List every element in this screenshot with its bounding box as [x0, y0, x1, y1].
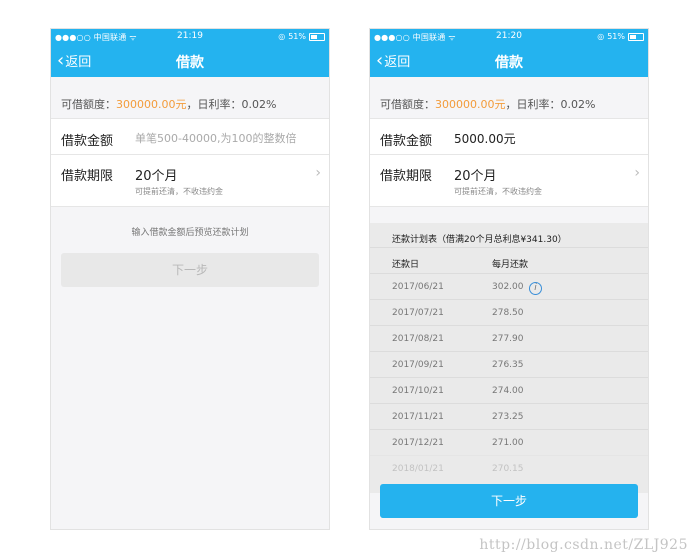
status-bar: ●●●○○ 中国联通 ᯤ 21:20 ◎ 51%: [370, 29, 648, 45]
battery-percent: 51%: [288, 32, 306, 41]
row-amount: 277.90: [492, 334, 524, 344]
row-amount: 274.00: [492, 386, 524, 396]
quota-amount: 300000.00元: [116, 98, 187, 111]
daily-rate: 0.02%: [560, 98, 596, 111]
watermark: http://blog.csdn.net/ZLJ925: [479, 537, 688, 553]
info-icon[interactable]: i: [529, 282, 542, 295]
nav-bar: ‹ 返回 借款: [51, 45, 329, 77]
chevron-right-icon: ›: [315, 165, 321, 181]
row-date: 2017/06/21: [392, 282, 444, 292]
loan-amount-label: 借款金额: [61, 134, 114, 149]
phone-screen-left: ●●●○○ 中国联通 ᯤ 21:19 ◎ 51% ‹ 返回 借款 可借额度：30…: [50, 28, 330, 530]
rate-label: ，日利率：: [505, 98, 561, 111]
repayment-plan-table[interactable]: 还款计划表（借满20个月总利息¥341.30） 还款日 每月还款 2017/06…: [370, 223, 648, 493]
chevron-right-icon: ›: [634, 165, 640, 181]
rate-label: ，日利率：: [186, 98, 242, 111]
col-header-amount: 每月还款: [492, 260, 529, 270]
row-amount: 278.50: [492, 308, 524, 318]
col-header-date: 还款日: [392, 260, 420, 270]
loan-term-note: 可提前还清，不收违约金: [454, 187, 542, 196]
row-date: 2017/09/21: [392, 360, 444, 370]
row-amount: 276.35: [492, 360, 524, 370]
table-row: 2017/11/21 273.25: [370, 403, 648, 430]
plan-title: 还款计划表（借满20个月总利息¥341.30）: [392, 235, 567, 245]
row-date: 2017/10/21: [392, 386, 444, 396]
plan-header-row: 还款日 每月还款: [370, 247, 648, 274]
row-date: 2017/11/21: [392, 412, 444, 422]
status-right: ◎ 51%: [278, 32, 325, 41]
row-date: 2017/12/21: [392, 438, 444, 448]
row-amount: 271.00: [492, 438, 524, 448]
table-row: 2017/10/21 274.00: [370, 377, 648, 404]
loan-amount-input[interactable]: 5000.00元: [454, 130, 516, 147]
status-right: ◎ 51%: [597, 32, 644, 41]
phone-screen-right: ●●●○○ 中国联通 ᯤ 21:20 ◎ 51% ‹ 返回 借款 可借额度：30…: [369, 28, 649, 530]
daily-rate: 0.02%: [241, 98, 277, 111]
loan-amount-input[interactable]: 单笔500-40000,为100的整数倍: [135, 130, 296, 146]
loan-term-row[interactable]: 借款期限 20个月 可提前还清，不收违约金 ›: [51, 155, 329, 207]
credit-quota: 可借额度：300000.00元，日利率：0.02%: [370, 77, 648, 117]
table-row: 2017/06/21 302.00 i: [370, 273, 648, 300]
loan-term-value: 20个月: [454, 169, 497, 184]
row-amount: 302.00: [492, 282, 524, 292]
next-step-button[interactable]: 下一步: [61, 253, 319, 287]
battery-icon: [628, 32, 644, 41]
loan-term-value: 20个月: [135, 169, 178, 184]
page-title: 借款: [495, 55, 523, 71]
table-row: 2017/08/21 277.90: [370, 325, 648, 352]
loan-amount-row[interactable]: 借款金额 5000.00元: [370, 118, 648, 155]
row-amount: 270.15: [492, 464, 524, 474]
quota-amount: 300000.00元: [435, 98, 506, 111]
loan-term-note: 可提前还清，不收违约金: [135, 187, 223, 196]
battery-percent: 51%: [607, 32, 625, 41]
loan-amount-row[interactable]: 借款金额 单笔500-40000,为100的整数倍: [51, 118, 329, 155]
nav-bar: ‹ 返回 借款: [370, 45, 648, 77]
row-date: 2017/08/21: [392, 334, 444, 344]
loan-amount-label: 借款金额: [380, 134, 433, 149]
table-row: 2017/07/21 278.50: [370, 299, 648, 326]
loan-term-label: 借款期限: [61, 169, 114, 184]
next-step-button[interactable]: 下一步: [380, 484, 638, 518]
status-bar: ●●●○○ 中国联通 ᯤ 21:19 ◎ 51%: [51, 29, 329, 45]
row-date: 2018/01/21: [392, 464, 444, 474]
location-icon: ◎: [597, 32, 605, 41]
loan-term-row[interactable]: 借款期限 20个月 可提前还清，不收违约金 ›: [370, 155, 648, 207]
location-icon: ◎: [278, 32, 286, 41]
loan-term-label: 借款期限: [380, 169, 433, 184]
row-amount: 273.25: [492, 412, 524, 422]
quota-label: 可借额度：: [61, 98, 116, 111]
preview-hint: 输入借款金额后预览还款计划: [131, 228, 249, 238]
page-title: 借款: [176, 55, 204, 71]
table-row: 2018/01/21 270.15: [370, 455, 648, 482]
table-row: 2017/12/21 271.00: [370, 429, 648, 456]
quota-label: 可借额度：: [380, 98, 435, 111]
credit-quota: 可借额度：300000.00元，日利率：0.02%: [51, 77, 329, 117]
battery-icon: [309, 32, 325, 41]
row-date: 2017/07/21: [392, 308, 444, 318]
table-row: 2017/09/21 276.35: [370, 351, 648, 378]
